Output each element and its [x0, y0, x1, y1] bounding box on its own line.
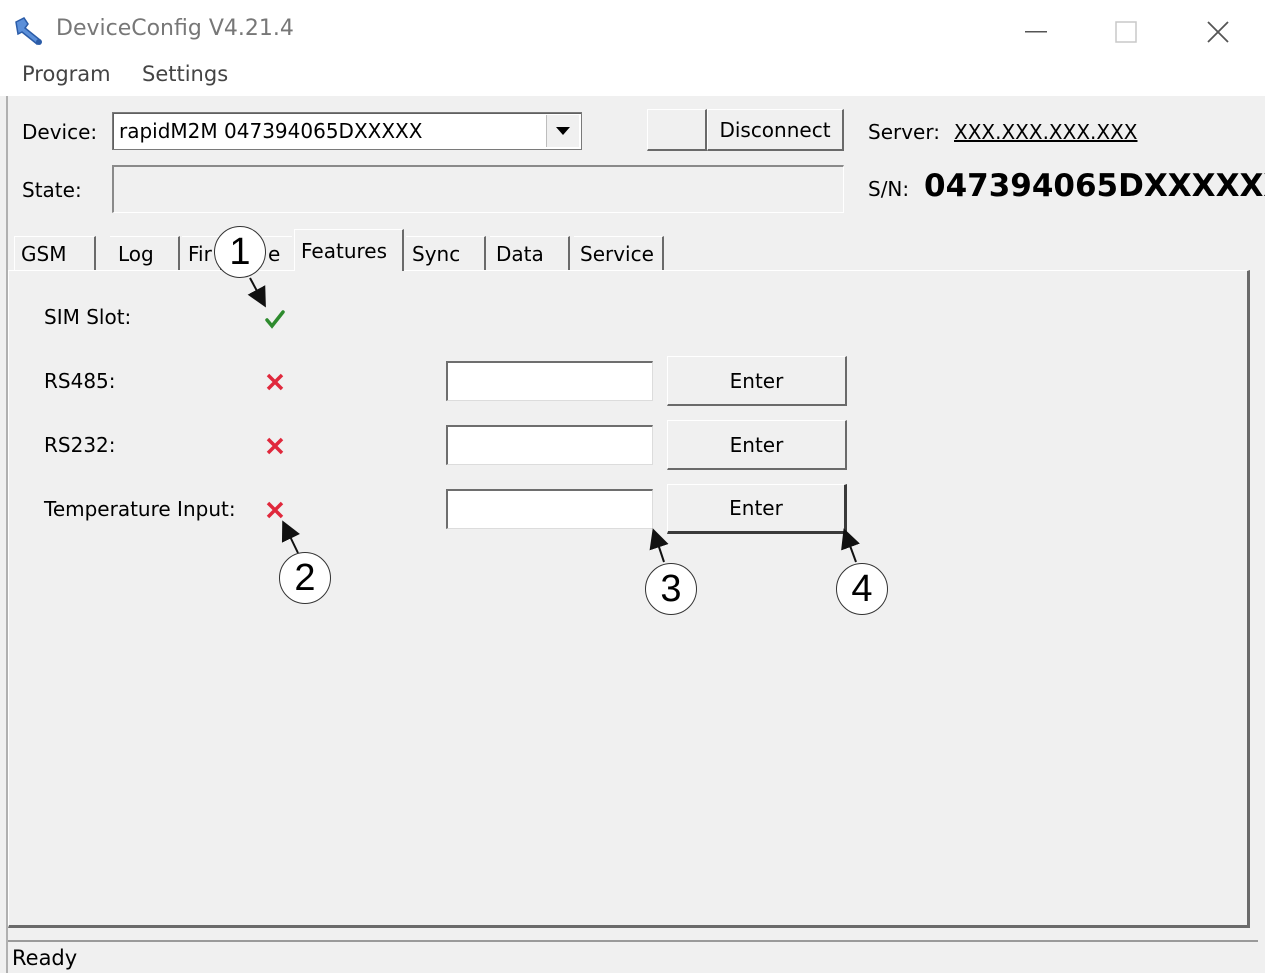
device-config-window: { "window": { "title": "DeviceConfig V4.… [0, 0, 1265, 973]
callout-2: 2 [279, 552, 331, 604]
callout-1: 1 [214, 226, 266, 278]
status-text: Ready [12, 946, 78, 970]
callout-4: 4 [836, 563, 888, 615]
callout-3: 3 [645, 563, 697, 615]
status-bar: Ready [8, 940, 1258, 973]
tab-features[interactable]: Features [294, 229, 404, 271]
callout-arrows [247, 277, 860, 563]
